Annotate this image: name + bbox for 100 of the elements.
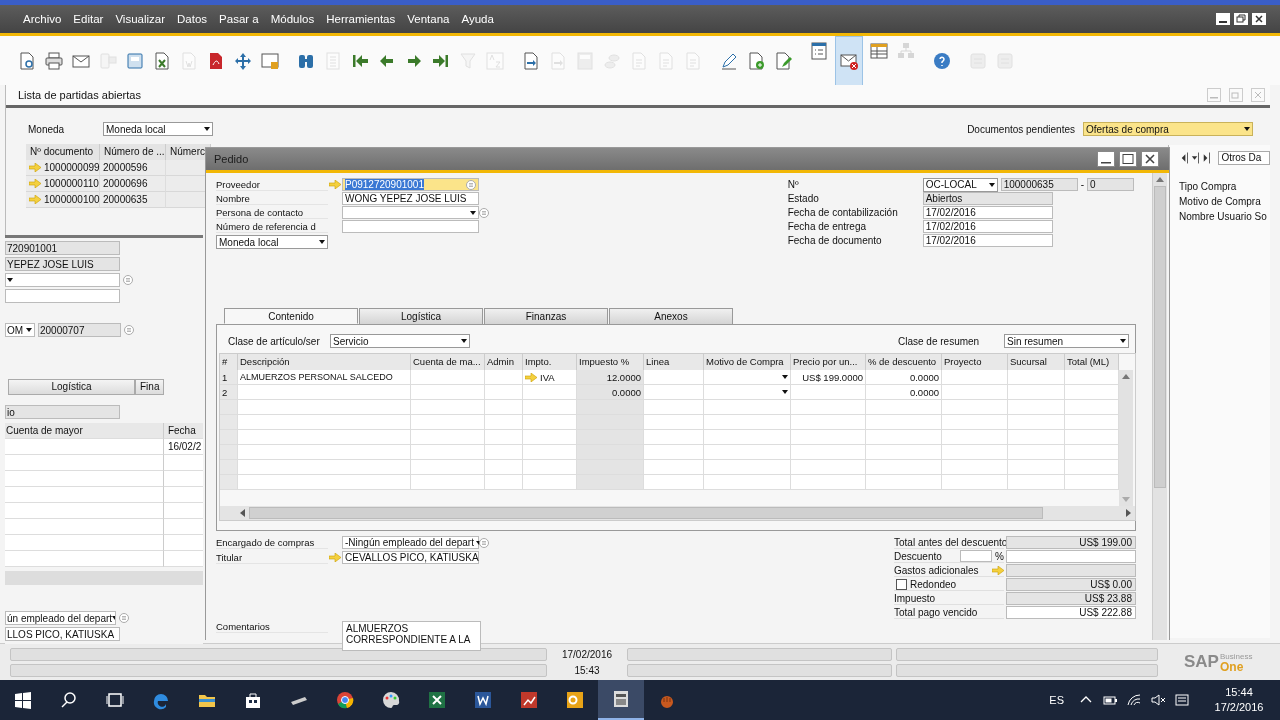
field-label: Total pago vencido [894,606,978,618]
input-field[interactable] [342,220,479,233]
buyer-dropdown[interactable]: -Ningún empleado del depart [342,536,479,549]
table-cell [1008,400,1065,415]
percent-sign: % [995,550,1004,562]
series-dropdown[interactable]: OM [5,323,35,337]
menu-item[interactable]: Archivo [17,13,68,25]
table-cell [1008,475,1065,490]
pending-documents-dropdown[interactable]: Ofertas de compra [1083,122,1253,136]
logo-text: One [1219,662,1245,672]
language-indicator[interactable]: ES [1049,694,1064,706]
vertical-scrollbar[interactable] [1152,173,1167,640]
clock-time: 15:44 [1225,685,1253,700]
field-label: Estado [787,193,820,204]
amount-field: US$ 23.88 [1006,592,1136,605]
list-icon[interactable] [124,325,134,335]
field-label: Titular [216,551,328,564]
menu-item[interactable]: Herramientas [320,13,402,25]
battery-icon[interactable] [1102,693,1118,707]
input-field[interactable]: WONG YEPEZ JOSE LUIS [342,192,479,205]
tab[interactable]: Contenido [224,308,358,324]
text-field[interactable]: Otros Da [1218,151,1270,165]
menu-item[interactable]: Visualizar [109,13,172,25]
table-cell [644,460,704,475]
table-cell: 20000635 [100,192,166,208]
tab[interactable]: Logística [8,379,135,395]
logo-text: Business [1219,652,1253,662]
input-field[interactable]: P0912720901001 [342,178,479,191]
text-field[interactable] [5,289,120,303]
table-cell [644,475,704,490]
discount-field[interactable] [960,550,993,562]
menu-item[interactable]: Datos [171,13,214,25]
table-cell: US$ 199.0000 [791,370,866,385]
table-cell [1065,400,1119,415]
caret-icon[interactable] [1190,152,1200,164]
comments-field[interactable]: ALMUERZOS CORRESPONDIENTE A LA [342,621,481,651]
tab[interactable]: Anexos [609,308,733,324]
close-icon[interactable] [1141,151,1159,167]
tab[interactable]: Logística [359,308,483,324]
amount-field[interactable] [1006,550,1136,563]
mail-error-icon[interactable] [836,36,862,85]
item-type-dropdown[interactable]: Servicio [330,334,470,348]
dropdown[interactable]: ún empleado del depart [5,611,116,625]
table-cell [485,475,523,490]
notification-icon[interactable] [1174,693,1190,707]
list-icon[interactable] [123,275,133,285]
menu-item[interactable]: Ayuda [455,13,500,25]
series-dropdown[interactable]: OC-LOCAL [922,177,998,192]
date-field[interactable]: 17/02/2016 [922,220,1053,233]
minimize-icon[interactable] [1097,151,1115,167]
link-arrow-icon[interactable] [525,372,537,382]
list-icon[interactable] [119,613,129,623]
table-cell [523,385,577,400]
app-window-icon[interactable] [598,680,644,720]
next-icon[interactable] [1201,152,1211,164]
table-cell [485,445,523,460]
table-cell [1065,415,1119,430]
wifi-icon[interactable] [1126,693,1142,707]
field-label: Moneda [28,123,66,135]
list-icon[interactable] [479,207,489,218]
table-cell: 0.0000 [577,385,644,400]
previous-icon[interactable] [1179,152,1189,164]
table-cell [523,415,577,430]
field-label: Fecha de entrega [787,221,868,232]
input-field[interactable]: CEVALLOS PICO, KATIUSKA [342,551,479,564]
table-cell [577,460,644,475]
amount-field: US$ 0.00 [1006,578,1136,591]
vertical-scrollbar[interactable] [1119,370,1133,506]
menu-item[interactable]: Editar [67,13,110,25]
horizontal-scrollbar[interactable] [220,506,1135,520]
table-cell [485,460,523,475]
table-cell [523,460,577,475]
column-header: Número de ... [100,144,166,160]
restore-icon[interactable] [1234,13,1248,25]
maximize-icon[interactable] [1119,151,1137,167]
menu-item[interactable]: Módulos [264,13,321,25]
currency-dropdown[interactable]: Moneda local [216,235,328,249]
tab[interactable]: Fina [135,379,165,395]
minimize-icon[interactable] [1216,13,1230,25]
status-time: 15:43 [573,664,601,676]
table-cell [1065,385,1119,400]
logo-text: SAP [1184,652,1219,672]
table-cell: 12.0000 [577,370,644,385]
date-field[interactable]: 17/02/2016 [922,234,1053,247]
list-icon[interactable] [479,537,489,548]
close-icon[interactable] [1252,13,1266,25]
summary-type-dropdown[interactable]: Sin resumen [1004,334,1129,348]
field-label: Persona de contacto [216,206,328,219]
separator-text: - [1080,179,1084,190]
table-cell: 1 [220,370,238,385]
menu-item[interactable]: Pasar a [213,13,265,25]
currency-dropdown[interactable]: Moneda local [103,122,213,136]
tab[interactable]: Finanzas [484,308,608,324]
amount-field[interactable]: US$ 222.88 [1006,606,1136,619]
list-icon[interactable] [466,179,476,190]
menu-item[interactable]: Ventana [401,13,456,25]
checkbox[interactable] [896,578,907,590]
date-field[interactable]: 17/02/2016 [922,206,1053,219]
muted-speaker-icon[interactable] [1150,693,1166,707]
document-number: 1000000100 [44,194,100,205]
